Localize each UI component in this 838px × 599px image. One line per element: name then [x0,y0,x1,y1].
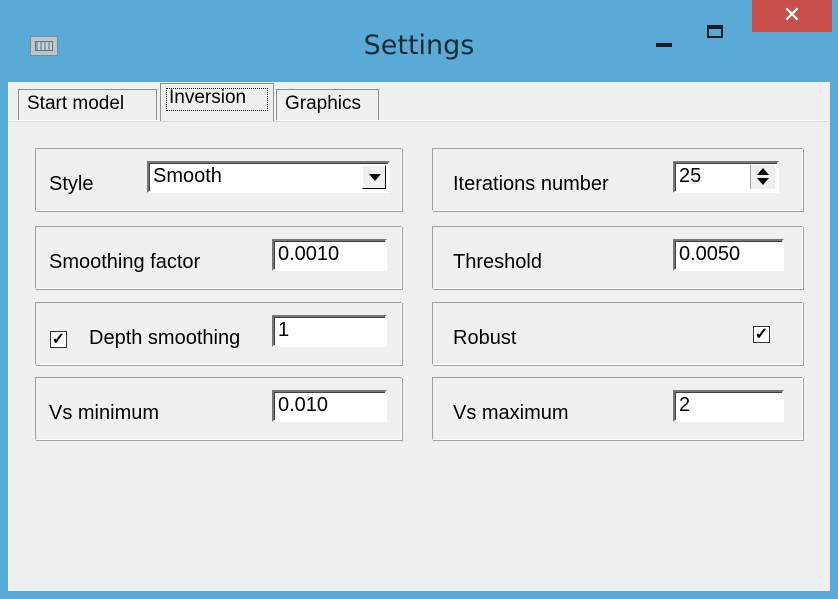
settings-window: Settings ✕ Start model Inversion Graphic… [0,0,838,599]
spin-up-icon[interactable] [757,168,769,175]
tab-label: Start model [27,93,125,114]
vs-maximum-label: Vs maximum [453,402,569,424]
tab-graphics[interactable]: Graphics [276,89,379,121]
maximize-button[interactable] [695,18,735,48]
threshold-group: Threshold 0.0050 [432,226,803,289]
robust-group: Robust ✓ [432,302,803,365]
smoothing-factor-label: Smoothing factor [49,251,201,273]
threshold-label: Threshold [453,251,542,273]
style-label: Style [49,173,94,195]
tab-inversion[interactable]: Inversion [160,83,274,121]
close-button[interactable]: ✕ [752,0,832,32]
iterations-group: Iterations number 25 [432,148,803,211]
iterations-label: Iterations number [453,173,609,195]
depth-smoothing-label: Depth smoothing [89,327,241,349]
style-dropdown[interactable]: Smooth [147,161,390,193]
depth-smoothing-group: ✓ Depth smoothing 1 [35,302,402,365]
title-bar[interactable]: Settings ✕ [0,0,838,82]
style-group: Style Smooth [35,148,402,211]
vs-minimum-group: Vs minimum 0.010 [35,377,402,440]
threshold-input[interactable]: 0.0050 [673,239,784,271]
robust-label: Robust [453,327,517,349]
inversion-panel: Style Smooth Smoothing factor 0.0010 ✓ D… [8,120,829,592]
vs-maximum-group: Vs maximum 2 [432,377,803,440]
minimize-button[interactable] [645,28,685,58]
tab-label: Inversion [169,87,247,108]
iterations-spinbox[interactable]: 25 [673,161,779,193]
smoothing-factor-group: Smoothing factor 0.0010 [35,226,402,289]
vs-minimum-input[interactable]: 0.010 [272,390,387,422]
tab-label: Graphics [285,93,362,114]
iterations-value: 25 [679,165,702,187]
depth-smoothing-checkbox[interactable]: ✓ [50,331,67,348]
spin-buttons[interactable] [750,165,775,189]
style-value: Smooth [153,165,222,187]
depth-smoothing-input[interactable]: 1 [272,315,387,347]
dialog-client-area: Start model Inversion Graphics Style Smo… [8,82,830,591]
vs-minimum-label: Vs minimum [49,402,160,424]
smoothing-factor-input[interactable]: 0.0010 [272,239,387,271]
robust-checkbox[interactable]: ✓ [753,326,770,343]
chevron-down-icon[interactable] [362,165,386,189]
spin-down-icon[interactable] [757,178,769,185]
vs-maximum-input[interactable]: 2 [673,390,784,422]
tab-start-model[interactable]: Start model [18,89,157,121]
